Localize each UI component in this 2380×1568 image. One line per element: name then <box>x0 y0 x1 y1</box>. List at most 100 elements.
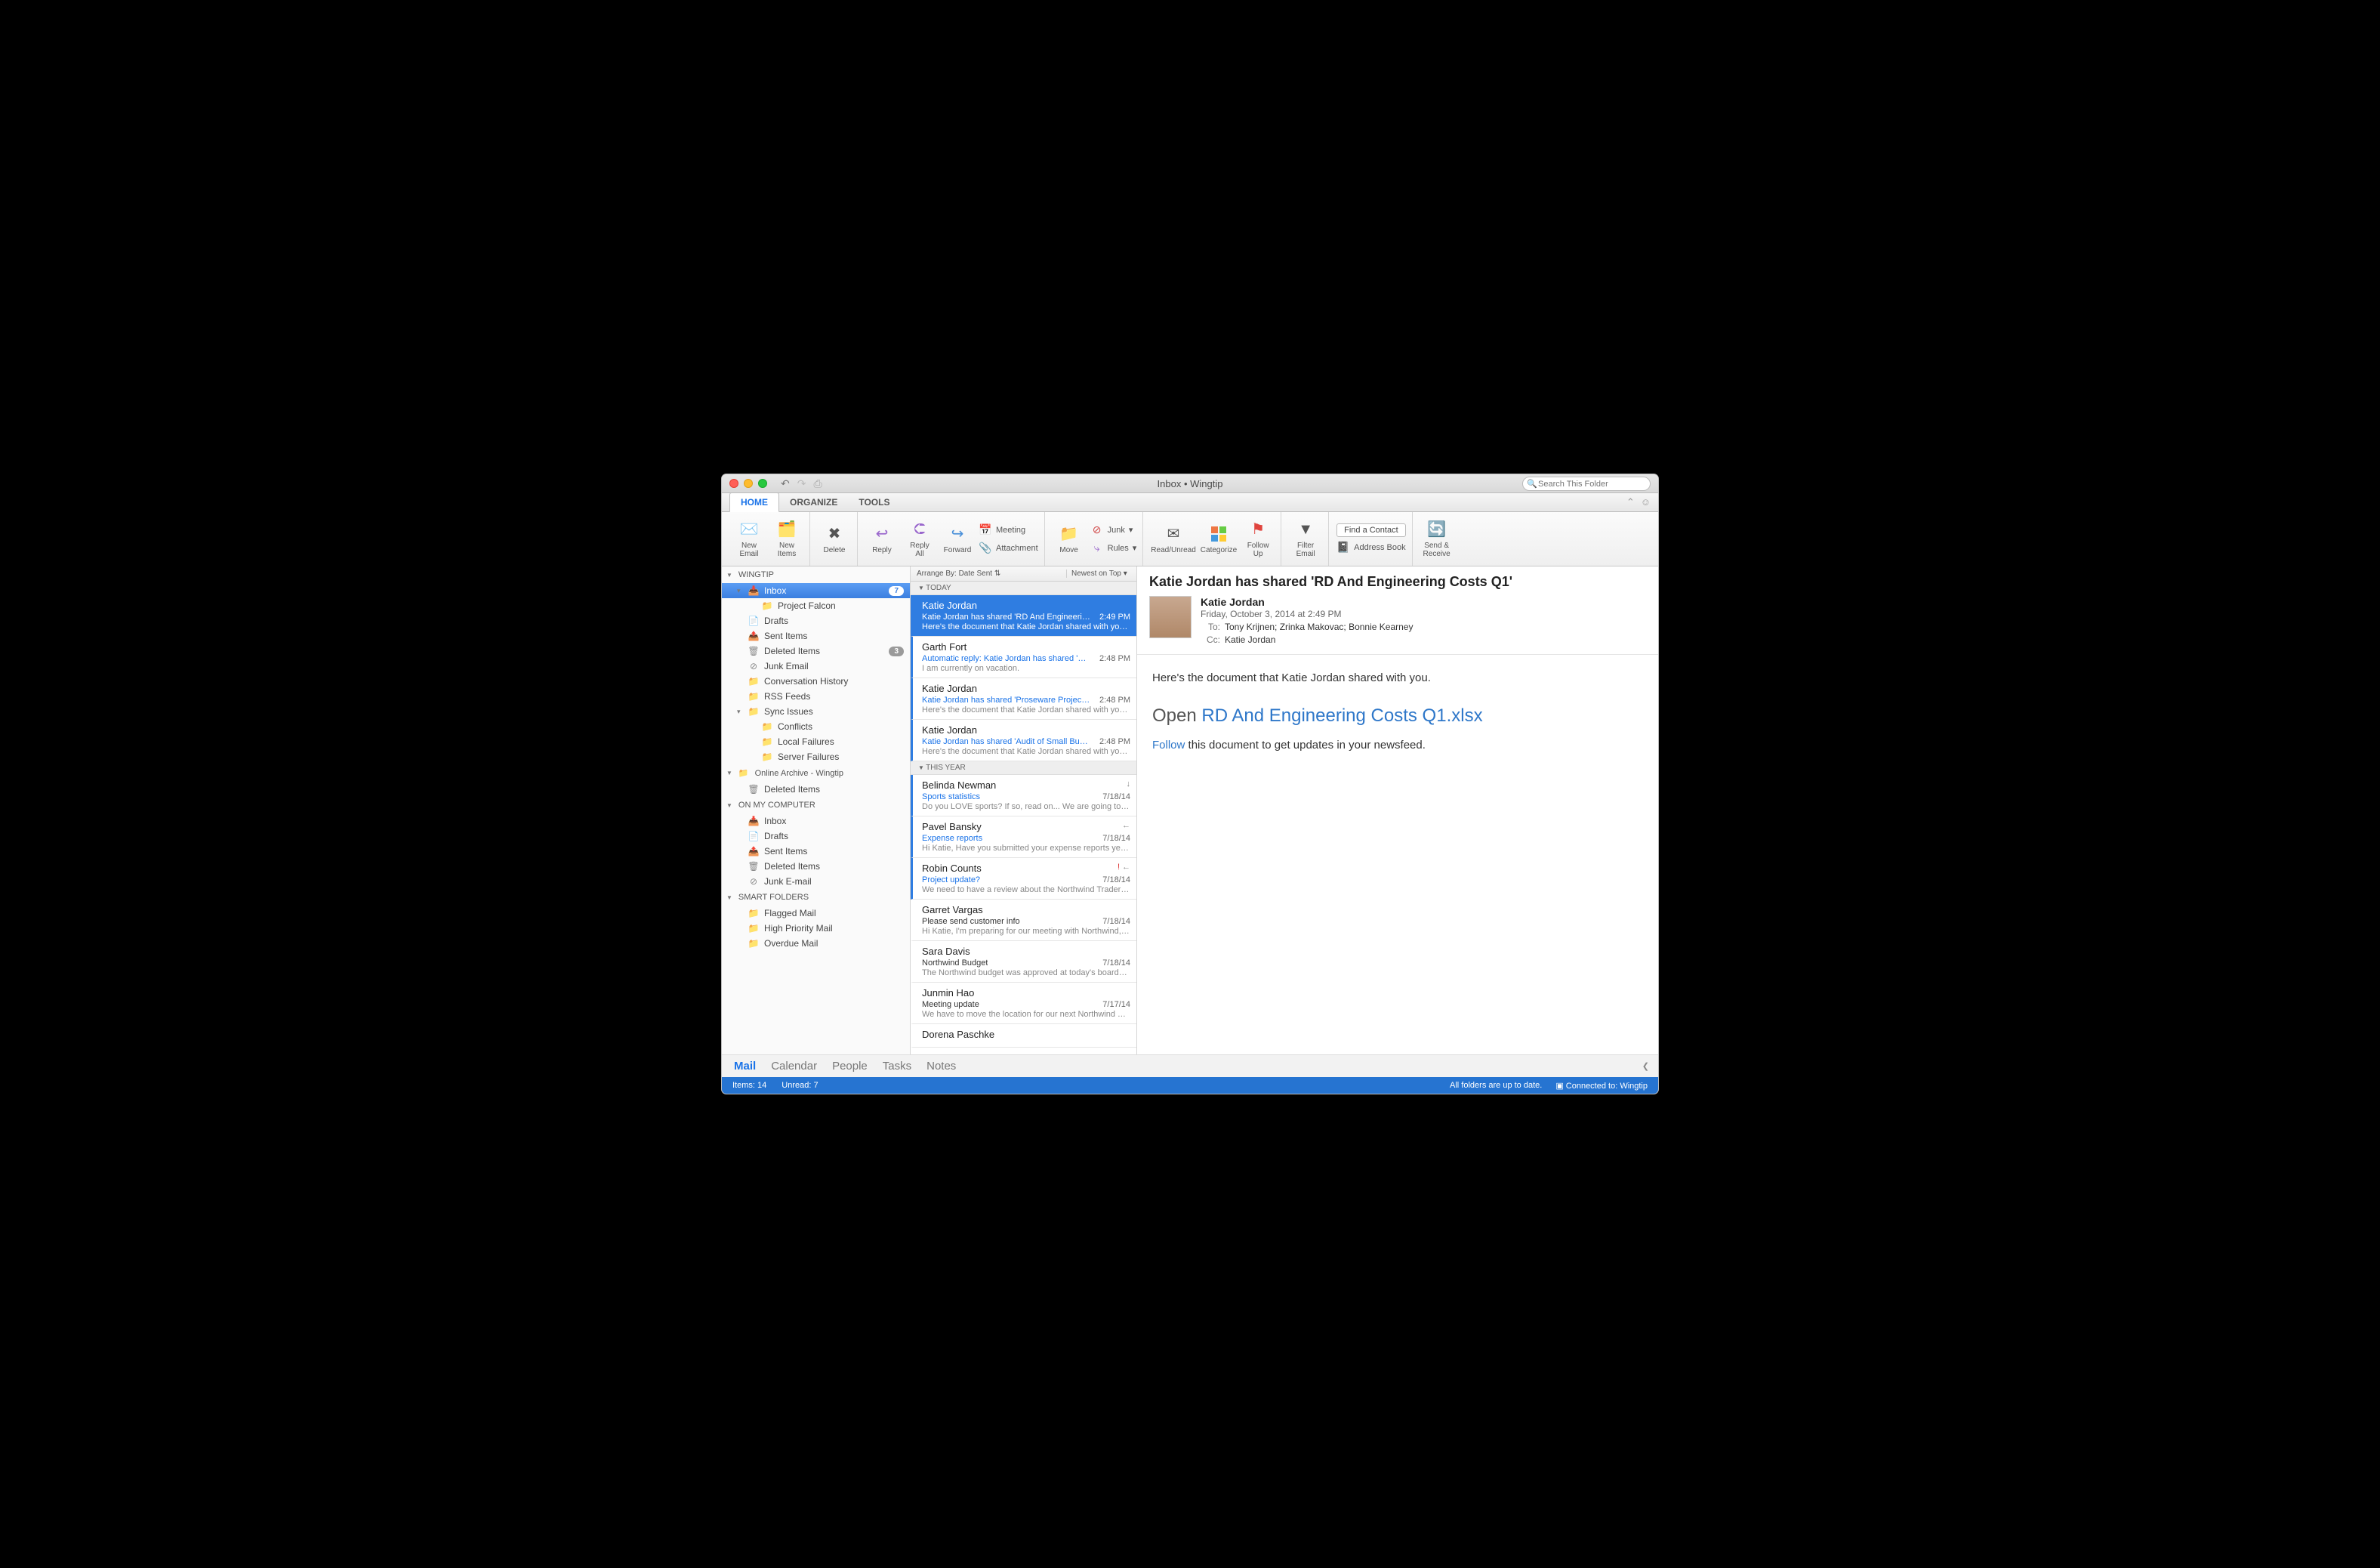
sidebar-omc-junk[interactable]: ⊘Junk E-mail <box>722 874 910 889</box>
message-item[interactable]: Katie JordanKatie Jordan has shared 'RD … <box>911 595 1136 637</box>
msg-time: 7/18/14 <box>1102 917 1130 926</box>
delete-button[interactable]: ✖Delete <box>818 524 851 554</box>
body-area: WINGTIP 📥Inbox7 📁Project Falcon 📄Drafts … <box>722 566 1658 1054</box>
nav-tasks[interactable]: Tasks <box>883 1060 911 1073</box>
reading-pane: Katie Jordan has shared 'RD And Engineer… <box>1137 566 1658 1054</box>
message-item[interactable]: Garth FortAutomatic reply: Katie Jordan … <box>911 637 1136 678</box>
meeting-button[interactable]: 📅Meeting <box>979 523 1038 538</box>
sidebar-drafts[interactable]: 📄Drafts <box>722 613 910 628</box>
zoom-button[interactable] <box>758 479 767 488</box>
collapse-ribbon-icon[interactable]: ⌃ <box>1626 496 1635 508</box>
message-item[interactable]: Robin Counts!←Project update?7/18/14We n… <box>911 858 1136 900</box>
msg-time: 2:48 PM <box>1099 696 1130 705</box>
follow-up-button[interactable]: ⚑Follow Up <box>1241 520 1275 558</box>
minimize-button[interactable] <box>744 479 753 488</box>
sidebar-conv-history[interactable]: 📁Conversation History <box>722 674 910 689</box>
qat: ↶ ↷ ⎙ <box>781 477 822 490</box>
move-button[interactable]: 📁Move <box>1053 524 1086 554</box>
sidebar-overdue[interactable]: 📁Overdue Mail <box>722 936 910 951</box>
nav-people[interactable]: People <box>832 1060 868 1073</box>
message-item[interactable]: Garret VargasPlease send customer info7/… <box>911 900 1136 941</box>
categorize-button[interactable]: Categorize <box>1201 524 1237 554</box>
message-list[interactable]: TODAYKatie JordanKatie Jordan has shared… <box>911 582 1136 1054</box>
sidebar-omc-deleted[interactable]: 🗑Deleted Items <box>722 859 910 874</box>
list-section[interactable]: TODAY <box>911 582 1136 595</box>
tab-organize[interactable]: ORGANIZE <box>779 493 848 511</box>
sidebar-deleted[interactable]: 🗑Deleted Items3 <box>722 644 910 659</box>
sidebar-conflicts[interactable]: 📁Conflicts <box>722 719 910 734</box>
reply-all-button[interactable]: ⮈Reply All <box>903 520 936 558</box>
trash-icon: 🗑 <box>748 784 760 795</box>
trash-icon: 🗑 <box>748 861 760 872</box>
read-unread-button[interactable]: ✉︎Read/Unread <box>1151 524 1195 554</box>
reply-all-icon: ⮈ <box>909 520 930 539</box>
account-local[interactable]: ON MY COMPUTER <box>722 797 910 813</box>
sidebar-omc-sent[interactable]: 📤Sent Items <box>722 844 910 859</box>
print-icon[interactable]: ⎙ <box>813 477 822 490</box>
junk-icon: ⊘ <box>1090 524 1104 536</box>
nav-collapse-icon[interactable]: ❮ <box>1642 1061 1649 1071</box>
sidebar-server-failures[interactable]: 📁Server Failures <box>722 749 910 764</box>
search-input[interactable] <box>1522 477 1651 491</box>
attachment-button[interactable]: 📎Attachment <box>979 541 1038 556</box>
folder-icon: 📁 <box>748 676 760 687</box>
sidebar-inbox[interactable]: 📥Inbox7 <box>722 583 910 598</box>
nav-calendar[interactable]: Calendar <box>771 1060 817 1073</box>
message-item[interactable]: Katie JordanKatie Jordan has shared 'Pro… <box>911 678 1136 720</box>
msg-time: 7/18/14 <box>1102 875 1130 884</box>
ribbon-tabs: HOME ORGANIZE TOOLS ⌃ ☺ <box>722 493 1658 512</box>
filter-email-button[interactable]: ▼Filter Email <box>1289 520 1322 558</box>
smiley-icon[interactable]: ☺ <box>1641 496 1651 508</box>
sidebar-oa-deleted[interactable]: 🗑Deleted Items <box>722 782 910 797</box>
address-book-button[interactable]: 📓Address Book <box>1336 540 1405 555</box>
sort-order[interactable]: Newest on Top ▾ <box>1067 569 1136 578</box>
nav-mail[interactable]: Mail <box>734 1060 756 1073</box>
junk-button[interactable]: ⊘Junk ▾ <box>1090 523 1137 538</box>
list-section[interactable]: THIS YEAR <box>911 761 1136 775</box>
message-item[interactable]: Sara DavisNorthwind Budget7/18/14The Nor… <box>911 941 1136 983</box>
sidebar-rss[interactable]: 📁RSS Feeds <box>722 689 910 704</box>
find-contact-input[interactable]: Find a Contact <box>1336 523 1405 537</box>
rules-button[interactable]: ⤷Rules ▾ <box>1090 541 1137 556</box>
redo-icon[interactable]: ↷ <box>797 477 806 490</box>
rules-icon: ⤷ <box>1090 542 1104 554</box>
junk-folder-icon: ⊘ <box>748 876 760 887</box>
sidebar-high-priority[interactable]: 📁High Priority Mail <box>722 921 910 936</box>
arrange-by[interactable]: Arrange By: Date Sent ⇅ <box>911 569 1067 578</box>
sidebar-project-falcon[interactable]: 📁Project Falcon <box>722 598 910 613</box>
nav-notes[interactable]: Notes <box>926 1060 956 1073</box>
document-link[interactable]: RD And Engineering Costs Q1.xlsx <box>1201 705 1482 726</box>
sidebar-junk[interactable]: ⊘Junk Email <box>722 659 910 674</box>
account-archive[interactable]: 📁Online Archive - Wingtip <box>722 764 910 782</box>
navigation-bar: Mail Calendar People Tasks Notes ❮ <box>722 1054 1658 1077</box>
message-item[interactable]: Katie JordanKatie Jordan has shared 'Aud… <box>911 720 1136 761</box>
message-item[interactable]: Junmin HaoMeeting update7/17/14We have t… <box>911 983 1136 1024</box>
send-receive-button[interactable]: 🔄Send & Receive <box>1420 520 1454 558</box>
follow-link[interactable]: Follow <box>1152 739 1185 752</box>
sidebar-flagged[interactable]: 📁Flagged Mail <box>722 906 910 921</box>
sidebar-sync-issues[interactable]: 📁Sync Issues <box>722 704 910 719</box>
msg-subject: Meeting update <box>922 1000 979 1009</box>
replied-icon: ← <box>1122 821 1130 830</box>
reading-cc: Katie Jordan <box>1225 634 1275 645</box>
new-email-button[interactable]: ✉️New Email <box>732 520 766 558</box>
message-item[interactable]: Dorena Paschke <box>911 1024 1136 1048</box>
sidebar-local-failures[interactable]: 📁Local Failures <box>722 734 910 749</box>
forward-button[interactable]: ↪︎Forward <box>941 524 974 554</box>
sidebar-sent[interactable]: 📤Sent Items <box>722 628 910 644</box>
sidebar-omc-inbox[interactable]: 📥Inbox <box>722 813 910 829</box>
msg-time: 7/18/14 <box>1102 792 1130 801</box>
sidebar-omc-drafts[interactable]: 📄Drafts <box>722 829 910 844</box>
new-items-button[interactable]: 🗂️New Items <box>770 520 803 558</box>
tab-tools[interactable]: TOOLS <box>848 493 900 511</box>
smart-folders-header[interactable]: SMART FOLDERS <box>722 889 910 906</box>
account-wingtip[interactable]: WINGTIP <box>722 566 910 583</box>
message-item[interactable]: Pavel Bansky←Expense reports7/18/14Hi Ka… <box>911 816 1136 858</box>
close-button[interactable] <box>729 479 738 488</box>
new-items-icon: 🗂️ <box>776 520 797 539</box>
tab-home[interactable]: HOME <box>729 492 779 512</box>
reply-button[interactable]: ↩︎Reply <box>865 524 899 554</box>
message-item[interactable]: Belinda Newman↓Sports statistics7/18/14D… <box>911 775 1136 816</box>
status-bar: Items: 14 Unread: 7 All folders are up t… <box>722 1077 1658 1094</box>
undo-icon[interactable]: ↶ <box>781 477 790 490</box>
